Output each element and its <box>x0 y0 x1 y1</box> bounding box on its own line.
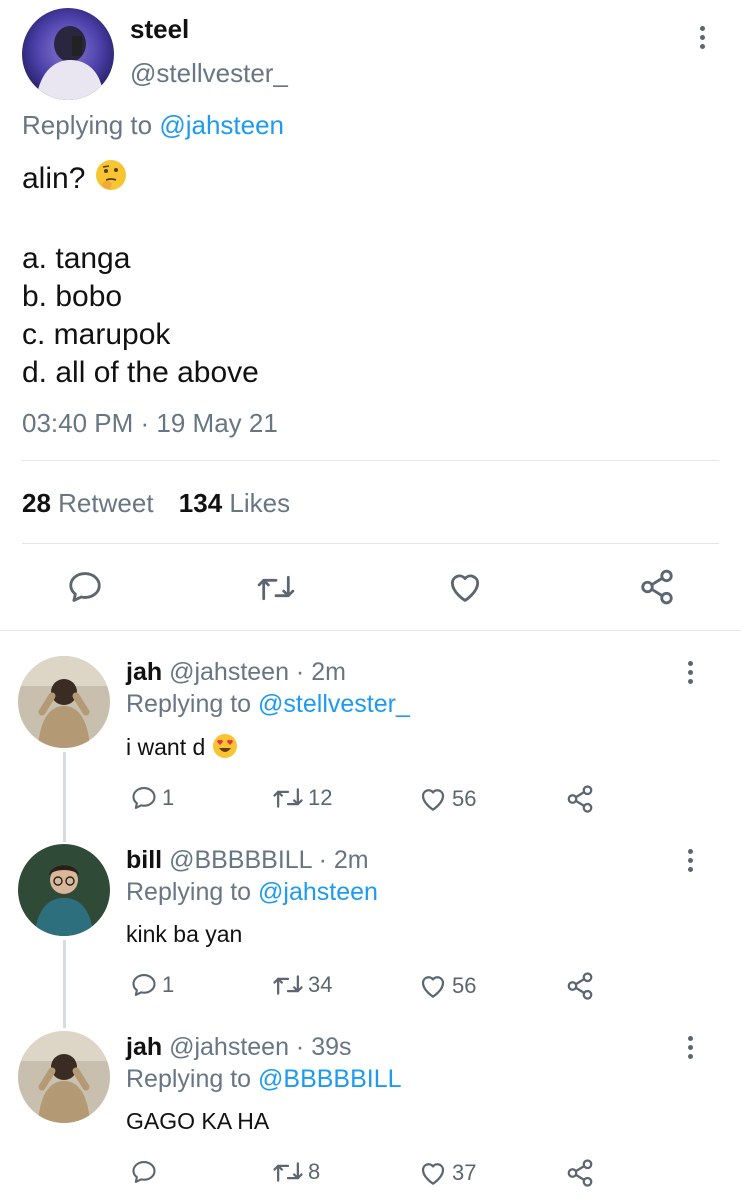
retweet-count: 34 <box>308 972 333 997</box>
tweet-question: alin? <box>22 158 259 202</box>
retweet-count: 12 <box>308 785 333 810</box>
tweet-option: c. marupok <box>22 318 171 351</box>
divider <box>22 543 719 544</box>
share-icon[interactable] <box>565 1158 595 1188</box>
like-icon <box>418 784 448 814</box>
replying-to-handle[interactable]: @stellvester_ <box>258 690 410 718</box>
reply-icon <box>130 784 158 812</box>
author-display-name[interactable]: steel <box>130 14 189 45</box>
retweet-count: 8 <box>308 1159 321 1184</box>
thinking-face-emoji-icon <box>94 158 128 202</box>
tweet-option: a. tanga <box>22 242 131 275</box>
author-handle[interactable]: @stellvester_ <box>130 58 288 89</box>
replying-prefix: Replying to <box>126 1065 252 1093</box>
reply-icon[interactable] <box>66 568 104 606</box>
reply-icon <box>130 1158 158 1186</box>
thread-line <box>63 752 66 842</box>
reply-avatar[interactable] <box>18 656 110 748</box>
reply-icon <box>130 971 158 999</box>
reply-handle-time[interactable]: @BBBBBILL · 2m <box>169 846 369 874</box>
more-icon[interactable] <box>700 26 705 49</box>
reply-text: GAGO KA HA <box>126 1108 270 1134</box>
divider <box>22 460 719 461</box>
reply-count: 1 <box>162 785 175 810</box>
reply-header: jah @jahsteen · 2m <box>126 658 346 687</box>
like-count: 37 <box>452 1160 477 1185</box>
reply-header: jah @jahsteen · 39s <box>126 1033 352 1062</box>
retweet-icon[interactable] <box>256 570 296 606</box>
like-count: 56 <box>452 973 477 998</box>
reply-author-name[interactable]: jah <box>126 658 162 686</box>
more-icon[interactable] <box>688 661 693 684</box>
replying-to-line: Replying to @jahsteen <box>22 110 284 141</box>
reply-text-row: i want d <box>126 733 238 765</box>
like-icon <box>418 1158 448 1188</box>
reply-avatar[interactable] <box>18 1031 110 1123</box>
reply-button[interactable]: 1 <box>130 971 174 999</box>
reply-author-name[interactable]: bill <box>126 846 162 874</box>
retweet-stat[interactable]: 28 Retweet <box>22 488 161 518</box>
author-avatar[interactable] <box>22 8 114 100</box>
likes-count: 134 <box>178 488 223 518</box>
reply-header: bill @BBBBBILL · 2m <box>126 846 369 875</box>
likes-label: Likes <box>229 488 291 518</box>
replying-to-handle[interactable]: @jahsteen <box>159 110 284 140</box>
replying-prefix: Replying to <box>126 878 252 906</box>
retweet-button[interactable]: 34 <box>272 971 332 999</box>
retweet-icon <box>272 971 304 999</box>
like-button[interactable]: 56 <box>418 784 476 814</box>
reply-text: kink ba yan <box>126 921 243 947</box>
tweet-option: b. bobo <box>22 280 123 313</box>
divider <box>0 630 741 631</box>
likes-stat[interactable]: 134 Likes <box>179 488 290 518</box>
reply-avatar[interactable] <box>18 844 110 936</box>
thread-line <box>63 940 66 1028</box>
retweet-button[interactable]: 8 <box>272 1158 320 1186</box>
retweet-button[interactable]: 12 <box>272 784 332 812</box>
tweet-question-text: alin? <box>22 161 86 195</box>
replying-prefix: Replying to <box>126 690 252 718</box>
reply-text: i want d <box>126 734 206 761</box>
reply-handle-time[interactable]: @jahsteen · 39s <box>169 1033 351 1061</box>
reply-author-name[interactable]: jah <box>126 1033 162 1061</box>
more-icon[interactable] <box>688 1036 693 1059</box>
tweet-timestamp[interactable]: 03:40 PM · 19 May 21 <box>22 408 278 439</box>
like-icon[interactable] <box>446 568 484 606</box>
tweet-option: d. all of the above <box>22 356 259 389</box>
retweet-icon <box>272 1158 304 1186</box>
reply-count: 1 <box>162 972 175 997</box>
replying-to-handle[interactable]: @jahsteen <box>258 878 378 906</box>
reply-replying-to: Replying to @jahsteen <box>126 878 378 907</box>
retweet-icon <box>272 784 304 812</box>
engagement-stats: 28 Retweet 134 Likes <box>22 488 290 519</box>
reply-replying-to: Replying to @BBBBBILL <box>126 1065 402 1094</box>
like-count: 56 <box>452 786 477 811</box>
share-icon[interactable] <box>638 568 676 606</box>
like-button[interactable]: 37 <box>418 1158 476 1188</box>
more-icon[interactable] <box>688 849 693 872</box>
reply-button[interactable] <box>130 1158 162 1186</box>
like-button[interactable]: 56 <box>418 971 476 1001</box>
heart-eyes-emoji-icon <box>212 733 238 765</box>
reply-replying-to: Replying to @stellvester_ <box>126 690 410 719</box>
replying-prefix: Replying to <box>22 110 153 140</box>
like-icon <box>418 971 448 1001</box>
reply-handle-time[interactable]: @jahsteen · 2m <box>169 658 346 686</box>
retweet-count: 28 <box>22 488 51 518</box>
share-icon[interactable] <box>565 784 595 814</box>
retweet-label: Retweet <box>58 488 154 518</box>
tweet-text: alin? a. tanga b. bobo c. marupok d. all… <box>22 158 259 392</box>
share-icon[interactable] <box>565 971 595 1001</box>
replying-to-handle[interactable]: @BBBBBILL <box>258 1065 402 1093</box>
reply-button[interactable]: 1 <box>130 784 174 812</box>
